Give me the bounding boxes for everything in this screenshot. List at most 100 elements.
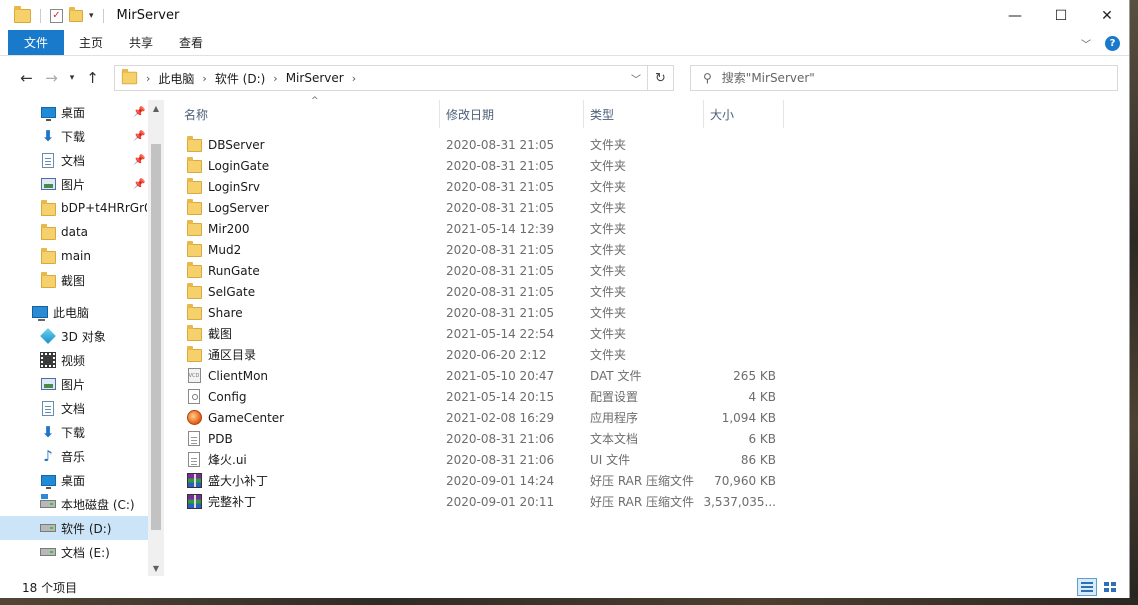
text-file-icon: [186, 452, 202, 468]
sidebar-item-folder[interactable]: bDP+t4HRrGr0: [0, 196, 148, 220]
file-name-cell: LogServer: [186, 197, 438, 218]
file-row[interactable]: VCD ClientMon 2021-05-10 20:47 DAT 文件 265 KB: [172, 365, 1129, 386]
chevron-right-icon[interactable]: ›: [273, 72, 277, 85]
recent-locations-icon[interactable]: ▾: [64, 66, 80, 90]
sidebar-item-downloads-pc[interactable]: ⬇ 下载: [0, 420, 148, 444]
file-type: 文件夹: [590, 327, 627, 341]
help-icon[interactable]: ?: [1105, 36, 1120, 51]
file-row[interactable]: GameCenter 2021-02-08 16:29 应用程序 1,094 KB: [172, 407, 1129, 428]
sidebar-item-music[interactable]: ♪ 音乐: [0, 444, 148, 468]
chevron-right-icon[interactable]: ›: [202, 72, 206, 85]
file-row[interactable]: LoginGate 2020-08-31 21:05 文件夹: [172, 155, 1129, 176]
back-arrow-icon[interactable]: ←: [14, 66, 39, 90]
refresh-icon[interactable]: ↻: [647, 66, 673, 90]
tab-share[interactable]: 共享: [116, 30, 166, 55]
file-name: RunGate: [208, 263, 260, 278]
properties-icon[interactable]: ✓: [50, 8, 63, 23]
breadcrumb-drive-d[interactable]: 软件 (D:): [215, 70, 265, 87]
maximize-button[interactable]: ☐: [1038, 0, 1084, 31]
sidebar-item-drive-d[interactable]: 软件 (D:): [0, 516, 148, 540]
file-date: 2020-09-01 14:24: [446, 473, 555, 488]
sidebar-item-label: bDP+t4HRrGr0: [61, 201, 147, 215]
minimize-button[interactable]: —: [992, 0, 1038, 31]
new-folder-icon[interactable]: [69, 6, 83, 22]
forward-arrow-icon[interactable]: →: [39, 66, 64, 90]
quick-access-toolbar: ✓ ▾: [0, 0, 107, 31]
tab-file[interactable]: 文件: [8, 30, 64, 55]
breadcrumb-mirserver[interactable]: MirServer: [286, 71, 344, 85]
sidebar-item-label: 此电脑: [53, 305, 90, 320]
file-row[interactable]: PDB 2020-08-31 21:06 文本文档 6 KB: [172, 428, 1129, 449]
large-icons-view-button[interactable]: [1100, 578, 1120, 596]
up-arrow-icon[interactable]: ↑: [80, 66, 105, 90]
address-bar[interactable]: › 此电脑 › 软件 (D:) › MirServer › ﹀ ↻: [114, 65, 674, 91]
file-name: SelGate: [208, 284, 256, 299]
search-box[interactable]: ⚲: [690, 65, 1118, 91]
file-row[interactable]: Config 2021-05-14 20:15 配置设置 4 KB: [172, 386, 1129, 407]
folder-icon: [14, 5, 31, 23]
folder-icon: [186, 157, 202, 174]
file-row[interactable]: DBServer 2020-08-31 21:05 文件夹: [172, 134, 1129, 155]
file-date: 2020-08-31 21:05: [446, 242, 555, 257]
sidebar-item-documents[interactable]: 文档 📌: [0, 148, 148, 172]
sidebar-item-desktop[interactable]: 桌面 📌: [0, 100, 148, 124]
file-row[interactable]: 截图 2021-05-14 22:54 文件夹: [172, 323, 1129, 344]
sidebar-item-screenshots[interactable]: 截图: [0, 268, 148, 292]
sidebar-item-this-pc[interactable]: 此电脑: [0, 300, 148, 324]
sidebar-item-videos[interactable]: 视频: [0, 348, 148, 372]
scrollbar-thumb[interactable]: [151, 144, 161, 530]
chevron-right-icon[interactable]: ›: [146, 72, 150, 85]
sidebar-item-documents-pc[interactable]: 文档: [0, 396, 148, 420]
file-row[interactable]: LogServer 2020-08-31 21:05 文件夹: [172, 197, 1129, 218]
customize-toolbar-icon[interactable]: ▾: [89, 11, 94, 21]
pictures-icon: [40, 376, 56, 392]
status-bar: 18 个项目: [0, 576, 1129, 598]
address-dropdown-icon[interactable]: ﹀: [625, 71, 647, 86]
sidebar-scrollbar[interactable]: ▲ ▼: [148, 100, 164, 576]
file-row[interactable]: RunGate 2020-08-31 21:05 文件夹: [172, 260, 1129, 281]
column-header-name[interactable]: 名称 ^: [178, 96, 440, 128]
sidebar-item-data[interactable]: data: [0, 220, 148, 244]
folder-icon: [186, 262, 202, 279]
file-size: 1,094 KB: [721, 410, 776, 425]
column-header-type[interactable]: 类型: [584, 100, 704, 128]
column-header-size[interactable]: 大小: [704, 100, 784, 128]
sidebar-item-drive-c[interactable]: 本地磁盘 (C:): [0, 492, 148, 516]
sidebar-item-pictures[interactable]: 图片 📌: [0, 172, 148, 196]
sidebar-item-3d-objects[interactable]: 3D 对象: [0, 324, 148, 348]
file-row[interactable]: 通区目录 2020-06-20 2:12 文件夹: [172, 344, 1129, 365]
file-row[interactable]: 盛大小补丁 2020-09-01 14:24 好压 RAR 压缩文件 70,960 K…: [172, 470, 1129, 491]
toolbar-divider: [40, 8, 41, 23]
file-row[interactable]: LoginSrv 2020-08-31 21:05 文件夹: [172, 176, 1129, 197]
file-row[interactable]: Share 2020-08-31 21:05 文件夹: [172, 302, 1129, 323]
file-name-cell: Mud2: [186, 239, 438, 260]
tab-view[interactable]: 查看: [166, 30, 216, 55]
file-row[interactable]: 完整补丁 2020-09-01 20:11 好压 RAR 压缩文件 3,537,035…: [172, 491, 1129, 512]
column-header-date[interactable]: 修改日期: [440, 100, 584, 128]
rar-archive-icon: [186, 494, 202, 510]
file-row[interactable]: SelGate 2020-08-31 21:05 文件夹: [172, 281, 1129, 302]
file-name: DBServer: [208, 137, 265, 152]
details-view-button[interactable]: [1077, 578, 1097, 596]
sidebar-item-label: 下载: [61, 425, 86, 440]
scroll-up-icon[interactable]: ▲: [148, 100, 164, 116]
chevron-down-icon[interactable]: ﹀: [1081, 36, 1091, 51]
scroll-down-icon[interactable]: ▼: [148, 560, 164, 576]
breadcrumb-this-pc[interactable]: 此电脑: [158, 70, 194, 87]
chevron-right-icon[interactable]: ›: [352, 72, 356, 85]
close-button[interactable]: ✕: [1084, 0, 1129, 31]
sidebar-item-downloads[interactable]: ⬇ 下载 📌: [0, 124, 148, 148]
file-row[interactable]: 烽火.ui 2020-08-31 21:06 UI 文件 86 KB: [172, 449, 1129, 470]
tab-home[interactable]: 主页: [66, 30, 116, 55]
sidebar-item-desktop-pc[interactable]: 桌面: [0, 468, 148, 492]
file-row[interactable]: Mir200 2021-05-14 12:39 文件夹: [172, 218, 1129, 239]
file-name-cell: DBServer: [186, 134, 438, 155]
sidebar-item-drive-e[interactable]: 文档 (E:): [0, 540, 148, 564]
sidebar-item-main[interactable]: main: [0, 244, 148, 268]
search-input[interactable]: [721, 71, 1082, 85]
folder-icon: [40, 223, 56, 240]
file-row[interactable]: Mud2 2020-08-31 21:05 文件夹: [172, 239, 1129, 260]
file-size: 4 KB: [748, 389, 776, 404]
file-date: 2021-02-08 16:29: [446, 410, 555, 425]
sidebar-item-pictures-pc[interactable]: 图片: [0, 372, 148, 396]
